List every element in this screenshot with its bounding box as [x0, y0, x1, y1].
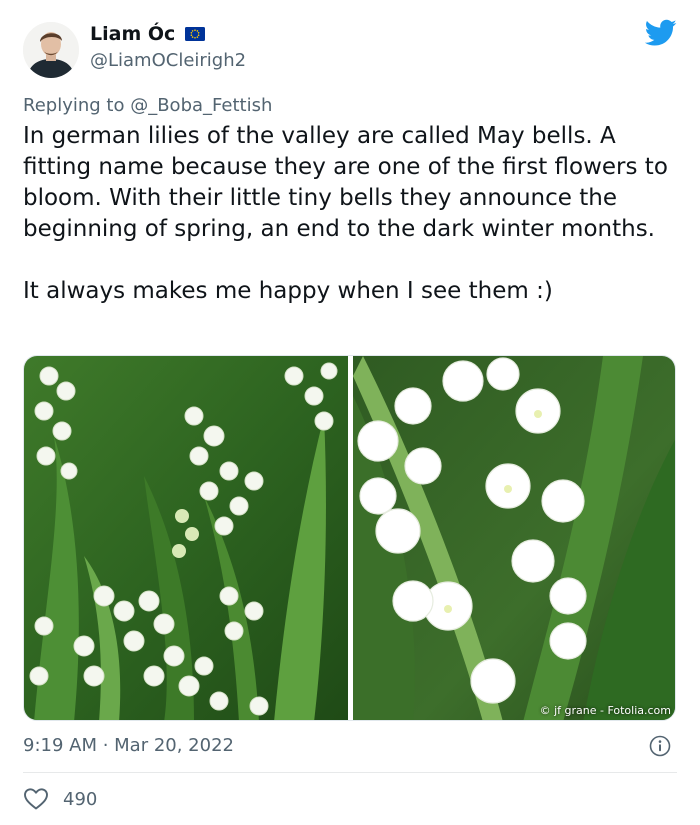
like-action[interactable]: 490	[23, 787, 97, 811]
author-handle[interactable]: @LiamOCleirigh2	[90, 50, 246, 71]
author-display-name[interactable]: Liam Óc	[90, 23, 175, 45]
tweet-text: In german lilies of the valley are calle…	[23, 123, 668, 304]
reply-context: Replying to @_Boba_Fettish	[23, 95, 272, 116]
info-icon[interactable]	[649, 735, 671, 757]
reply-mention-link[interactable]: @_Boba_Fettish	[130, 95, 272, 116]
like-count: 490	[63, 788, 98, 810]
heart-icon[interactable]	[23, 787, 49, 811]
avatar[interactable]	[23, 22, 79, 78]
photo-credit: © jf grane - Fotolia.com	[539, 704, 671, 717]
tweet-card: Liam Óc @LiamOCleirigh2 Replying to @_Bo…	[0, 0, 700, 825]
photo-lily-of-the-valley-right[interactable]: © jf grane - Fotolia.com	[353, 356, 675, 720]
twitter-bird-icon[interactable]	[645, 19, 677, 47]
author-name-row: Liam Óc	[90, 23, 206, 45]
reply-prefix: Replying to	[23, 95, 131, 116]
divider	[23, 772, 677, 773]
tweet-timestamp[interactable]: 9:19 AM · Mar 20, 2022	[23, 735, 234, 756]
tweet-media[interactable]: © jf grane - Fotolia.com	[23, 355, 676, 721]
eu-flag-icon	[185, 27, 206, 41]
photo-lily-of-the-valley-left[interactable]	[24, 356, 348, 720]
